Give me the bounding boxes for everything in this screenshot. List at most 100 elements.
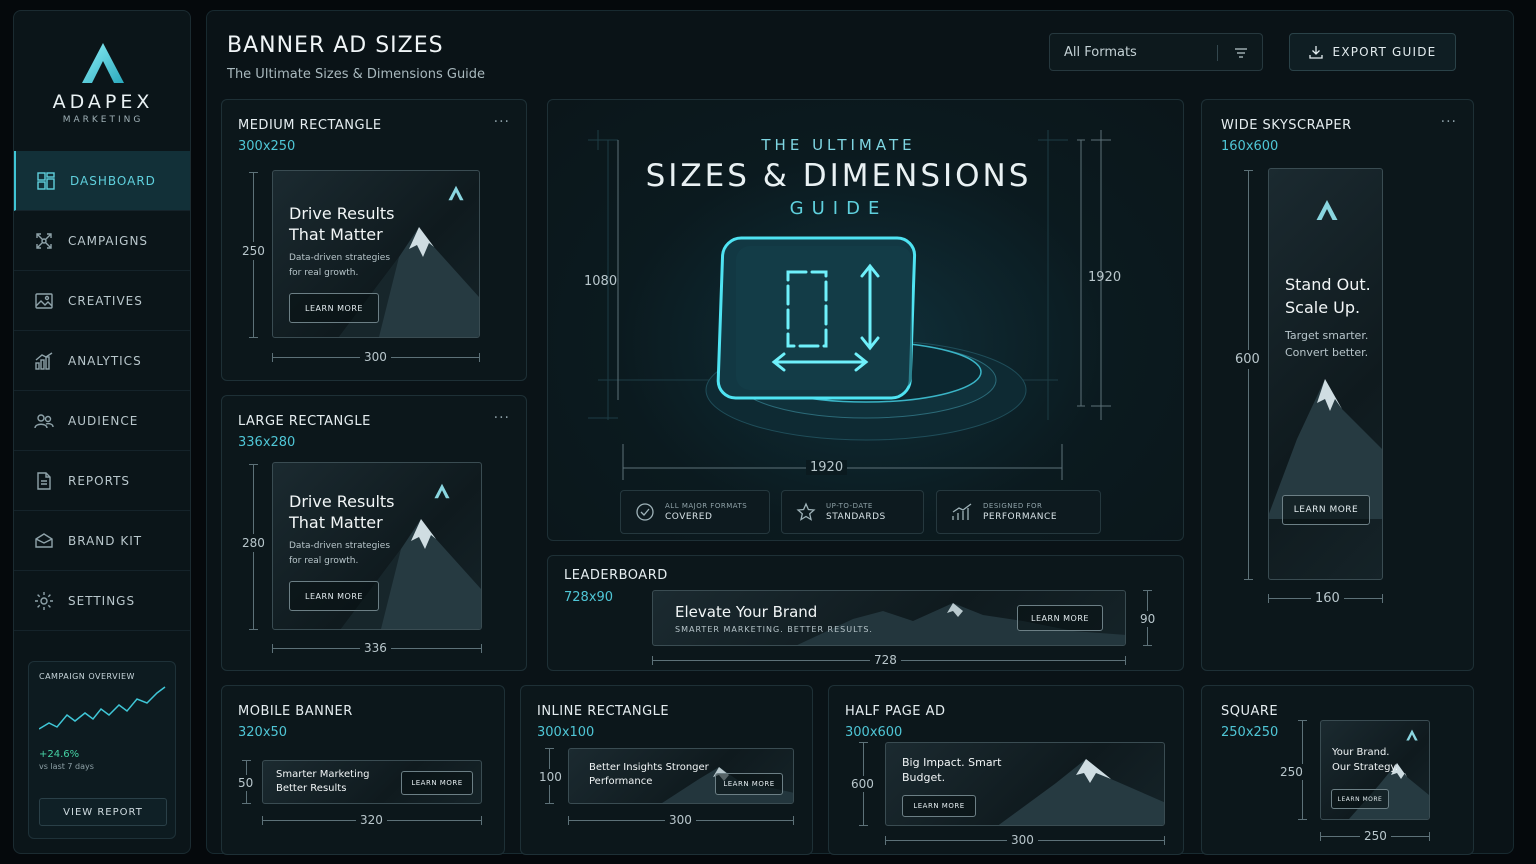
campaigns-icon: [36, 232, 52, 249]
sidebar-item-analytics[interactable]: ANALYTICS: [14, 331, 190, 391]
learn-more-button[interactable]: LEARN MORE: [401, 771, 473, 795]
width-label: 300: [360, 350, 391, 364]
learn-more-button[interactable]: LEARN MORE: [1331, 789, 1389, 809]
guide-tick: [1244, 170, 1253, 171]
card-square[interactable]: SQUARE 250x250 250 Your Brand. Our Strat…: [1201, 685, 1474, 855]
card-menu-button[interactable]: ···: [494, 410, 510, 426]
sidebar-item-brand-kit[interactable]: BRAND KIT: [14, 511, 190, 571]
height-label: 600: [1235, 350, 1260, 369]
guide-tick: [242, 760, 251, 761]
guide-tick: [859, 825, 868, 826]
reports-icon: [37, 471, 51, 490]
learn-more-button[interactable]: LEARN MORE: [1282, 495, 1370, 525]
guide-tick: [652, 656, 653, 665]
page-subtitle: The Ultimate Sizes & Dimensions Guide: [227, 67, 486, 82]
overview-period: vs last 7 days: [39, 762, 94, 771]
ad-preview[interactable]: Smarter Marketing Better Results LEARN M…: [262, 760, 482, 804]
badge-line-2: PERFORMANCE: [983, 512, 1058, 522]
card-inline-rectangle[interactable]: INLINE RECTANGLE 300x100 100 Better Insi…: [520, 685, 813, 855]
settings-icon: [35, 591, 53, 610]
brand-sub: MARKETING: [62, 115, 144, 125]
guide-tick: [481, 644, 482, 653]
brand-kit-icon: [35, 532, 53, 548]
card-medium-rectangle[interactable]: MEDIUM RECTANGLE 300x250 ··· 250 Drive R…: [221, 99, 527, 381]
export-label: EXPORT GUIDE: [1332, 45, 1437, 59]
sidebar-item-label: DASHBOARD: [70, 173, 156, 188]
guide-tick: [1429, 832, 1430, 841]
card-mobile-banner[interactable]: MOBILE BANNER 320x50 50 Smarter Marketin…: [221, 685, 505, 855]
download-icon: [1308, 46, 1323, 59]
analytics-icon: [35, 351, 53, 370]
learn-more-button[interactable]: LEARN MORE: [289, 581, 379, 611]
sidebar-item-creatives[interactable]: CREATIVES: [14, 271, 190, 331]
hero-guide-panel: THE ULTIMATE SIZES & DIMENSIONS GUIDE 10…: [547, 99, 1184, 541]
view-report-button[interactable]: VIEW REPORT: [39, 798, 167, 826]
guide-tick: [885, 836, 886, 845]
height-label: 600: [851, 776, 874, 792]
sidebar-item-label: AUDIENCE: [68, 413, 139, 428]
card-wide-skyscraper[interactable]: WIDE SKYSCRAPER 160x600 ··· 600 Stand Ou…: [1201, 99, 1474, 671]
overview-change: +24.6%: [39, 749, 80, 760]
card-large-rectangle[interactable]: LARGE RECTANGLE 336x280 ··· 280 Drive Re…: [221, 395, 527, 671]
card-menu-button[interactable]: ···: [494, 114, 510, 130]
badge-line-1: DESIGNED FOR: [983, 502, 1043, 510]
ad-preview[interactable]: Drive Results That Matter Data-driven st…: [272, 170, 480, 338]
learn-more-button[interactable]: LEARN MORE: [1017, 605, 1103, 631]
card-leaderboard[interactable]: LEADERBOARD 728x90 Elevate Your Brand SM…: [547, 555, 1184, 671]
format-filter-select[interactable]: All Formats: [1049, 33, 1263, 71]
guide-tick: [1298, 819, 1307, 820]
guide-tick: [545, 748, 554, 749]
adapex-logo-icon: [1316, 200, 1338, 220]
card-menu-button[interactable]: ···: [1441, 114, 1457, 130]
filter-icon: [1235, 48, 1247, 58]
campaign-overview: CAMPAIGN OVERVIEW +24.6% vs last 7 days …: [28, 661, 176, 839]
guide-tick: [1125, 656, 1126, 665]
ad-preview[interactable]: Better Insights Stronger Performance LEA…: [568, 748, 794, 804]
card-half-page-ad[interactable]: HALF PAGE AD 300x600 600 Big Impact. Sma…: [828, 685, 1184, 855]
guide-tick: [479, 353, 480, 362]
badge-line-1: ALL MAJOR FORMATS: [665, 502, 748, 510]
sidebar-nav: DASHBOARD CAMPAIGNS CREATIVES ANALYTICS …: [14, 151, 190, 631]
ad-preview[interactable]: Your Brand. Our Strategy. LEARN MORE: [1320, 720, 1430, 820]
ad-preview[interactable]: Big Impact. Smart Budget. LEARN MORE: [885, 742, 1165, 826]
guide-tick: [859, 742, 868, 743]
guide-tick: [272, 644, 273, 653]
growth-chart-icon: [952, 503, 972, 520]
learn-more-button[interactable]: LEARN MORE: [715, 773, 783, 795]
sidebar-item-audience[interactable]: AUDIENCE: [14, 391, 190, 451]
ad-headline: Better Insights Stronger Performance: [589, 762, 709, 787]
ad-headline: Stand Out. Scale Up.: [1285, 275, 1371, 317]
ad-headline: Drive Results That Matter: [289, 492, 395, 532]
sidebar-item-reports[interactable]: REPORTS: [14, 451, 190, 511]
ad-headline: Your Brand. Our Strategy.: [1332, 747, 1399, 773]
guide-tick: [1143, 645, 1152, 646]
learn-more-button[interactable]: LEARN MORE: [289, 293, 379, 323]
brand-logo[interactable]: ADAPEX MARKETING: [14, 41, 190, 125]
check-circle-icon: [636, 503, 654, 521]
sidebar-item-label: REPORTS: [68, 473, 131, 488]
export-guide-button[interactable]: EXPORT GUIDE: [1289, 33, 1456, 71]
hero-line-2: SIZES & DIMENSIONS: [645, 158, 1032, 194]
hero-line-3: GUIDE: [789, 198, 888, 219]
filter-divider: [1217, 45, 1218, 61]
learn-more-button[interactable]: LEARN MORE: [902, 795, 976, 817]
ad-preview[interactable]: Drive Results That Matter Data-driven st…: [272, 462, 482, 630]
sidebar-item-dashboard[interactable]: DASHBOARD: [14, 151, 190, 211]
card-size: 300x600: [845, 725, 903, 740]
guide-tick: [1244, 579, 1253, 580]
card-size: 300x100: [537, 725, 595, 740]
height-label: 90: [1140, 611, 1156, 627]
height-label: 250: [242, 242, 265, 260]
card-title: MOBILE BANNER: [238, 704, 353, 719]
adapex-logo-icon: [82, 43, 124, 83]
sidebar-item-settings[interactable]: SETTINGS: [14, 571, 190, 631]
sidebar-item-campaigns[interactable]: CAMPAIGNS: [14, 211, 190, 271]
card-size: 320x50: [238, 725, 288, 740]
ad-preview[interactable]: Stand Out. Scale Up. Target smarter. Con…: [1268, 168, 1383, 580]
guide-tick: [1268, 594, 1269, 603]
card-title: LARGE RECTANGLE: [238, 414, 371, 429]
guide-tick: [1298, 720, 1307, 721]
creatives-icon: [35, 292, 53, 309]
ad-preview[interactable]: Elevate Your Brand SMARTER MARKETING. BE…: [652, 590, 1126, 646]
hero-dim-right: 1920: [1088, 270, 1122, 285]
